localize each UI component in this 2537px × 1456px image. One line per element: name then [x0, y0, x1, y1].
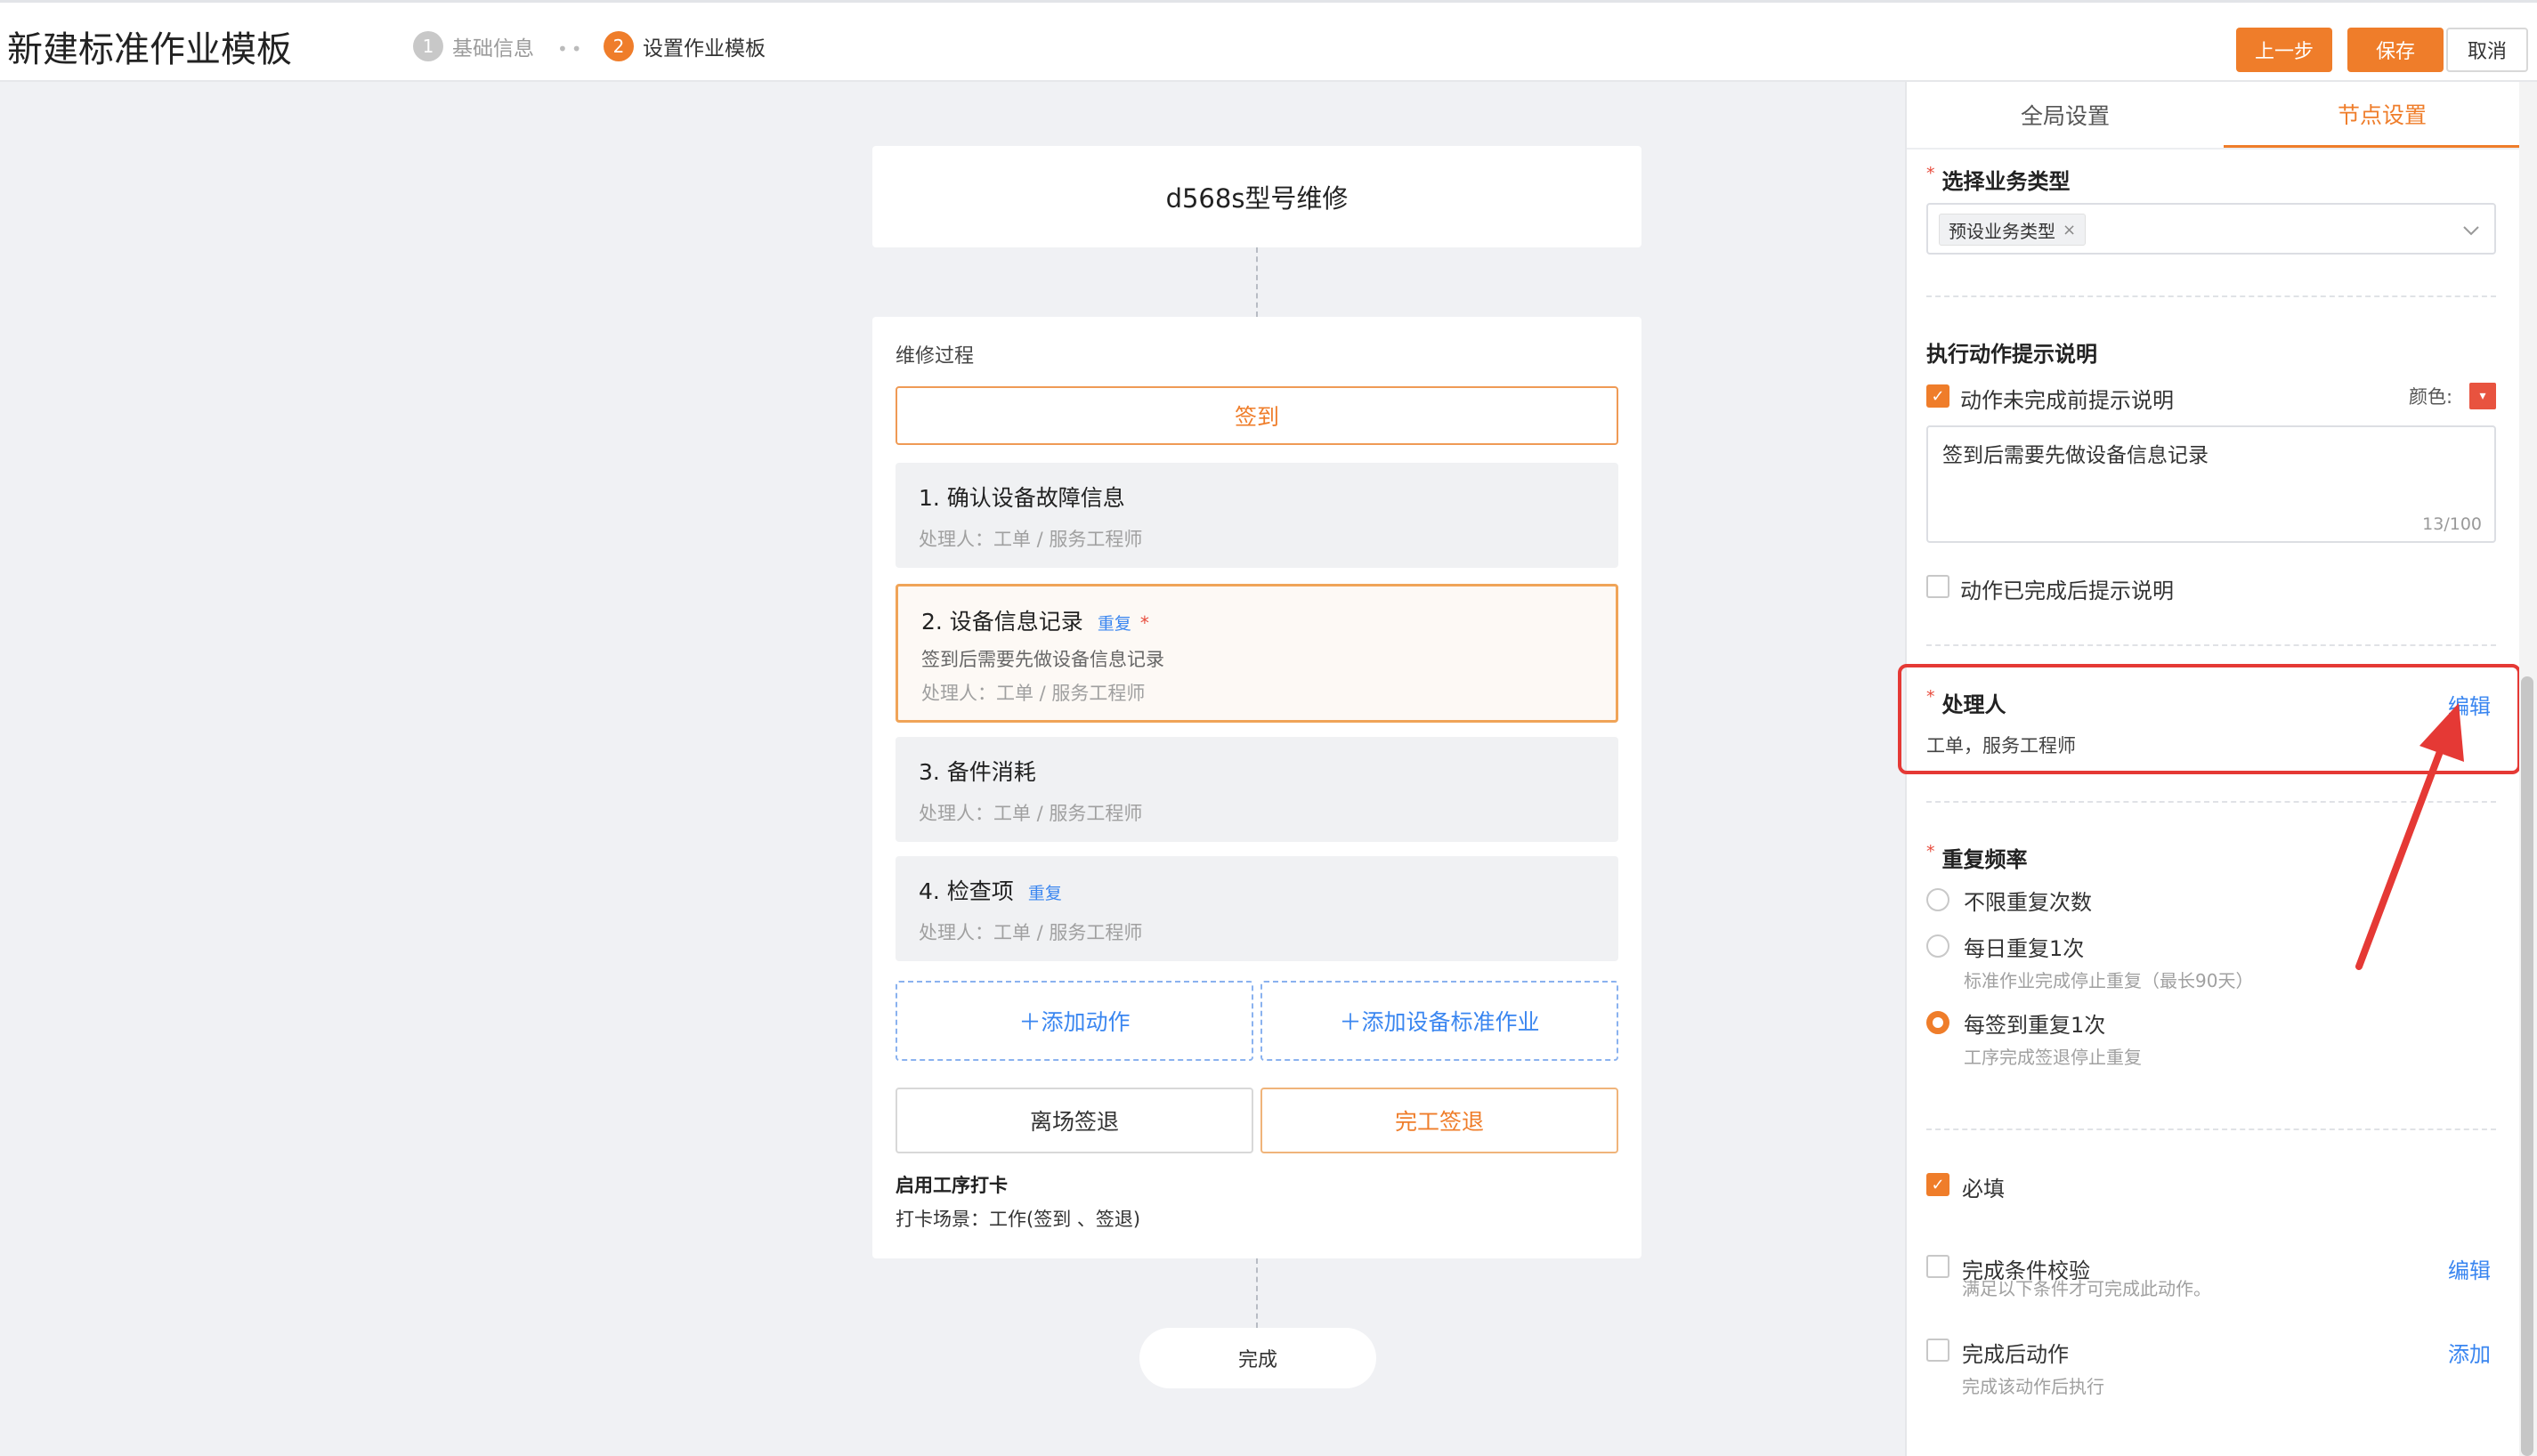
- save-button[interactable]: 保存: [2347, 28, 2444, 72]
- action-title: 4. 检查项 重复: [919, 878, 1062, 904]
- repeat-option-sub: 标准作业完成停止重复（最长90天）: [1964, 970, 2254, 991]
- tab-global-settings[interactable]: 全局设置: [1907, 82, 2224, 148]
- repeat-option-radio-selected[interactable]: [1926, 1011, 1949, 1034]
- done-node[interactable]: 完成: [1139, 1328, 1376, 1388]
- scrollbar-thumb[interactable]: [2521, 676, 2533, 1456]
- section-divider: [1926, 295, 2496, 297]
- action-handler: 处理人：工单 / 服务工程师: [919, 529, 1143, 550]
- template-name-card[interactable]: d568s型号维修: [872, 146, 1641, 247]
- section-divider: [1926, 644, 2496, 646]
- after-action-sub: 完成该动作后执行: [1962, 1376, 2104, 1397]
- action-handler: 处理人：工单 / 服务工程师: [919, 803, 1143, 824]
- action-title: 1. 确认设备故障信息: [919, 485, 1125, 511]
- prev-step-button[interactable]: 上一步: [2236, 28, 2332, 72]
- repeat-option-radio[interactable]: [1926, 888, 1949, 911]
- repeat-option-label: 每签到重复1次: [1964, 1013, 2106, 1038]
- repeat-tag: 重复: [1027, 884, 1062, 903]
- repeat-option-sub: 工序完成签退停止重复: [1964, 1047, 2142, 1068]
- annotation-arrow-icon: [2355, 703, 2464, 970]
- hint-after-label: 动作已完成后提示说明: [1960, 578, 2174, 603]
- action-item[interactable]: 3. 备件消耗 处理人：工单 / 服务工程师: [896, 737, 1618, 842]
- punch-title: 启用工序打卡: [896, 1175, 1008, 1196]
- step-label: 设置作业模板: [643, 37, 766, 61]
- action-item[interactable]: 1. 确认设备故障信息 处理人：工单 / 服务工程师: [896, 463, 1618, 568]
- page-title: 新建标准作业模板: [7, 29, 292, 70]
- repeat-option-label: 不限重复次数: [1964, 890, 2092, 915]
- char-counter: 13/100: [2422, 514, 2482, 534]
- complete-check-checkbox[interactable]: [1926, 1255, 1949, 1278]
- repeat-label: * 重复频率: [1926, 842, 2028, 872]
- business-type-label: * 选择业务类型: [1926, 164, 2071, 194]
- top-bar: 新建标准作业模板 1 基础信息 •• 2 设置作业模板 上一步 保存 取消: [0, 0, 2537, 82]
- action-item-selected[interactable]: 2. 设备信息记录 重复 * 签到后需要先做设备信息记录 处理人：工单 / 服务工程…: [896, 584, 1618, 723]
- leave-signout-node[interactable]: 离场签退: [896, 1088, 1253, 1153]
- after-action-checkbox[interactable]: [1926, 1339, 1949, 1362]
- signin-node[interactable]: 签到: [896, 386, 1618, 445]
- business-type-select[interactable]: 预设业务类型 ×: [1926, 203, 2496, 255]
- hint-after-checkbox[interactable]: [1926, 575, 1949, 598]
- required-label: 必填: [1962, 1177, 2005, 1201]
- color-picker[interactable]: ▾: [2469, 383, 2496, 409]
- after-action-add-link[interactable]: 添加: [2448, 1337, 2491, 1368]
- step-basic-info[interactable]: 1 基础信息: [413, 31, 534, 61]
- repeat-tag: 重复: [1097, 614, 1131, 634]
- step-template-settings[interactable]: 2 设置作业模板: [604, 31, 766, 61]
- hint-before-checkbox[interactable]: ✓: [1926, 384, 1949, 408]
- required-star: *: [1139, 612, 1149, 634]
- add-standard-job-button[interactable]: ＋添加设备标准作业: [1260, 981, 1618, 1061]
- hint-textarea[interactable]: 签到后需要先做设备信息记录 13/100: [1926, 425, 2496, 543]
- handler-label: * 处理人: [1926, 687, 2006, 717]
- section-divider: [1926, 1128, 2496, 1130]
- step-label: 基础信息: [452, 37, 534, 61]
- punch-scene: 打卡场景：工作(签到 、签退): [896, 1209, 1141, 1230]
- after-action-label: 完成后动作: [1962, 1342, 2069, 1367]
- complete-check-edit-link[interactable]: 编辑: [2448, 1253, 2491, 1284]
- action-item[interactable]: 4. 检查项 重复 处理人：工单 / 服务工程师: [896, 856, 1618, 961]
- step-separator: ••: [557, 38, 586, 60]
- action-title: 3. 备件消耗: [919, 759, 1036, 785]
- connector-line: [1256, 1258, 1258, 1328]
- action-title: 2. 设备信息记录 重复 *: [921, 609, 1149, 635]
- chevron-down-icon: [2462, 219, 2480, 240]
- process-card: 维修过程 签到 1. 确认设备故障信息 处理人：工单 / 服务工程师 2. 设备…: [872, 317, 1641, 1258]
- tab-divider: [1907, 148, 2519, 150]
- finish-signout-node[interactable]: 完工签退: [1260, 1088, 1618, 1153]
- hint-before-label: 动作未完成前提示说明: [1960, 388, 2174, 413]
- business-type-chip: 预设业务类型 ×: [1939, 214, 2087, 246]
- repeat-option-label: 每日重复1次: [1964, 936, 2085, 961]
- connector-line: [1256, 247, 1258, 317]
- complete-check-sub: 满足以下条件才可完成此动作。: [1962, 1278, 2211, 1299]
- step-number: 2: [604, 31, 634, 61]
- action-handler: 处理人：工单 / 服务工程师: [919, 922, 1143, 943]
- process-label: 维修过程: [896, 345, 975, 368]
- add-action-button[interactable]: ＋添加动作: [896, 981, 1253, 1061]
- required-checkbox[interactable]: ✓: [1926, 1173, 1949, 1196]
- repeat-option-radio[interactable]: [1926, 934, 1949, 958]
- step-number: 1: [413, 31, 443, 61]
- hint-section-title: 执行动作提示说明: [1926, 342, 2097, 367]
- cancel-button[interactable]: 取消: [2446, 28, 2528, 72]
- handler-value: 工单，服务工程师: [1926, 735, 2076, 756]
- tab-node-settings[interactable]: 节点设置: [2224, 82, 2537, 148]
- action-handler: 处理人：工单 / 服务工程师: [921, 683, 1146, 704]
- action-desc: 签到后需要先做设备信息记录: [921, 649, 1164, 670]
- color-label: 颜色:: [2409, 386, 2453, 408]
- chip-close-icon[interactable]: ×: [2063, 221, 2076, 239]
- hint-text: 签到后需要先做设备信息记录: [1942, 444, 2209, 467]
